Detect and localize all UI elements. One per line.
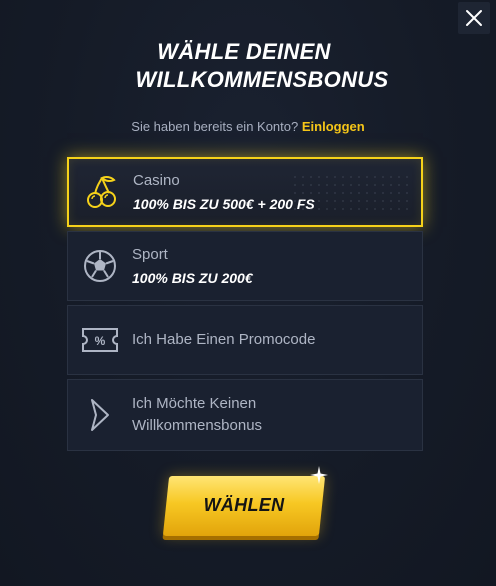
option-promocode[interactable]: % Ich Habe Einen Promocode xyxy=(67,305,423,375)
option-label: Casino xyxy=(133,171,180,189)
option-sport[interactable]: Sport 100% BIS ZU 200€ xyxy=(67,231,423,301)
login-prompt: Sie haben bereits ein Konto? Einloggen xyxy=(0,119,496,134)
option-label: Sport xyxy=(132,245,168,263)
title-line-2: WILLKOMMENSBONUS xyxy=(135,67,389,92)
option-label-line-2: Willkommensbonus xyxy=(132,417,263,434)
option-label: Ich Habe Einen Promocode xyxy=(132,331,316,348)
dialog-title: WÄHLE DEINEN WILLKOMMENSBONUS xyxy=(0,38,496,94)
option-bonus: 100% BIS ZU 200€ xyxy=(132,269,253,286)
choose-button[interactable]: WÄHLEN xyxy=(162,474,326,538)
chevron-right-icon xyxy=(68,397,132,433)
title-line-1: WÄHLE DEINEN xyxy=(157,39,331,64)
option-no-bonus[interactable]: Ich Möchte Keinen Willkommensbonus xyxy=(67,379,423,451)
soccer-ball-icon xyxy=(68,248,132,284)
close-icon xyxy=(466,10,482,26)
welcome-bonus-dialog: WÄHLE DEINEN WILLKOMMENSBONUS Sie haben … xyxy=(0,0,496,586)
option-casino[interactable]: Casino 100% BIS ZU 500€ + 200 FS xyxy=(67,157,423,227)
promo-ticket-icon: % xyxy=(68,326,132,354)
option-label-line-1: Ich Möchte Keinen xyxy=(132,395,257,412)
sparkle-icon xyxy=(310,466,328,484)
choose-button-label: WÄHLEN xyxy=(203,494,285,515)
svg-text:%: % xyxy=(95,334,106,348)
login-link[interactable]: Einloggen xyxy=(302,119,365,134)
option-bonus: 100% BIS ZU 500€ + 200 FS xyxy=(133,195,315,212)
card-pattern xyxy=(291,173,411,213)
close-button[interactable] xyxy=(458,2,490,34)
login-prompt-text: Sie haben bereits ein Konto? xyxy=(131,119,299,134)
cherries-icon xyxy=(69,174,133,210)
